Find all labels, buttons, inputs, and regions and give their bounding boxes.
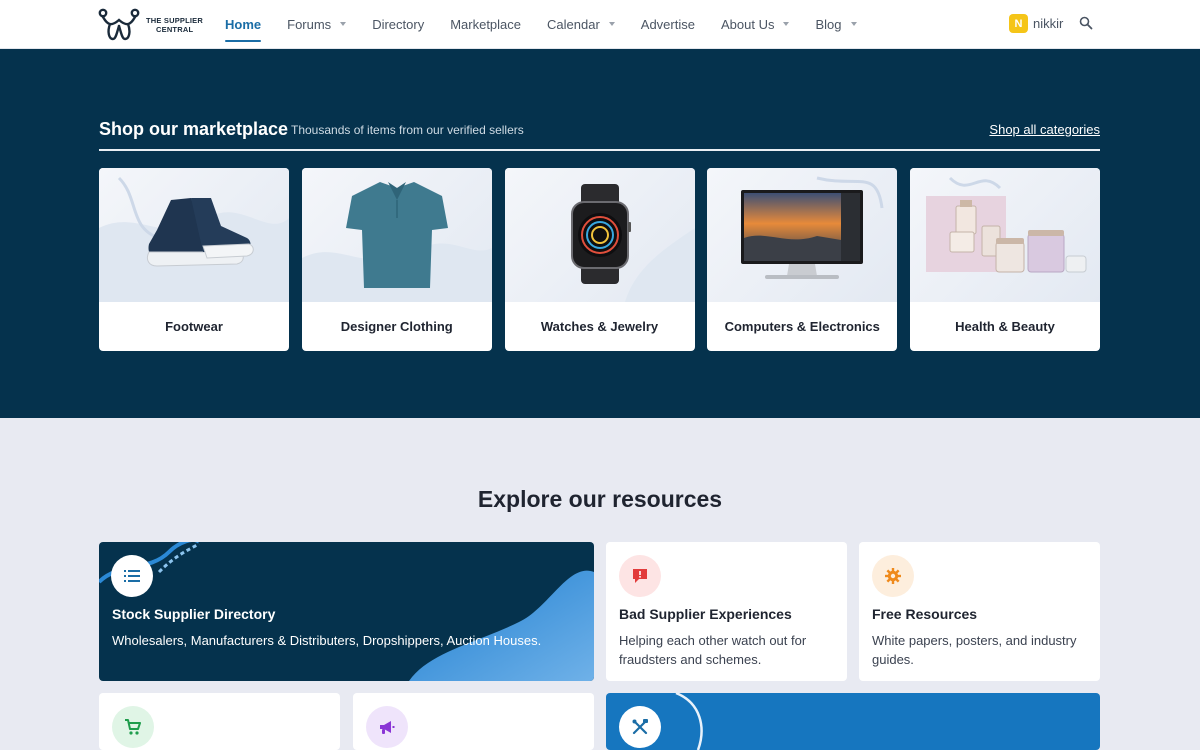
marketplace-header: Shop our marketplace Thousands of items … — [99, 117, 1100, 151]
resource-card-advertise[interactable] — [353, 693, 594, 750]
category-cards: Footwear Designer Clothing Watches & Jew… — [99, 168, 1113, 351]
avatar: N — [1009, 14, 1028, 33]
nav-blog[interactable]: Blog — [815, 0, 857, 48]
category-image-area — [99, 168, 289, 302]
resource-description-line-1: White papers, posters, and industry — [872, 633, 1077, 648]
resource-title: Free Resources — [872, 606, 978, 622]
marketplace-title: Shop our marketplace — [99, 119, 289, 139]
nav-about-us-label: About Us — [720, 16, 775, 32]
resource-card-tools[interactable] — [606, 693, 1100, 750]
resource-description-line-1: Helping each other watch out for — [619, 633, 807, 648]
resource-card-stock-supplier-directory[interactable]: Stock Supplier Directory Wholesalers, Ma… — [99, 542, 594, 681]
shop-all-categories-link[interactable]: Shop all categories — [989, 122, 1100, 137]
chevron-down-icon — [608, 22, 615, 26]
nav-marketplace[interactable]: Marketplace — [450, 0, 521, 48]
resource-card-bad-supplier-experiences[interactable]: Bad Supplier Experiences Helping each ot… — [606, 542, 847, 681]
category-card-designer-clothing[interactable]: Designer Clothing — [301, 168, 492, 351]
marketplace-section: Shop our marketplace Thousands of items … — [0, 49, 1200, 418]
nav-calendar[interactable]: Calendar — [547, 0, 615, 48]
chevron-down-icon — [783, 22, 790, 26]
nav-directory-label: Directory — [372, 16, 425, 32]
category-card-health-beauty[interactable]: Health & Beauty — [910, 168, 1100, 351]
nav-blog-label: Blog — [815, 16, 842, 32]
nav-home-label: Home — [225, 16, 262, 32]
category-label: Designer Clothing — [340, 319, 453, 334]
cosmetics-image — [926, 176, 1087, 273]
logo-line-2: CENTRAL — [156, 25, 194, 34]
nav-advertise[interactable]: Advertise — [641, 0, 695, 48]
resource-icon-badge — [619, 555, 661, 597]
category-image-area — [301, 168, 492, 302]
logo-mark-icon — [98, 8, 140, 41]
category-image-area — [504, 168, 695, 302]
decorative-wave — [675, 693, 703, 750]
logo-line-1: THE SUPPLIER — [146, 16, 203, 25]
smartwatch-image — [570, 184, 695, 302]
resource-icon-badge — [366, 706, 408, 748]
marketplace-subtitle: Thousands of items from our verified sel… — [291, 123, 524, 137]
category-image-area — [707, 168, 898, 302]
chevron-down-icon — [340, 22, 347, 26]
nav-directory[interactable]: Directory — [372, 0, 424, 48]
user-menu[interactable]: N nikkir — [1009, 14, 1063, 33]
main-menu: Home Forums Directory Marketplace Calend… — [225, 0, 883, 48]
nav-advertise-label: Advertise — [640, 16, 695, 32]
site-logo[interactable]: THE SUPPLIER CENTRAL — [98, 8, 203, 42]
resource-card-free-resources[interactable]: Free Resources White papers, posters, an… — [859, 542, 1100, 681]
megaphone-icon — [380, 721, 395, 734]
polo-shirt-image — [301, 182, 492, 302]
top-navigation: THE SUPPLIER CENTRAL Home Forums Directo… — [0, 0, 1200, 49]
tools-icon — [632, 719, 648, 735]
username: nikkir — [1033, 16, 1064, 31]
category-label: Watches & Jewelry — [540, 319, 659, 334]
resource-description-line-2: fraudsters and schemes. — [619, 652, 762, 667]
nav-marketplace-label: Marketplace — [450, 16, 522, 32]
gear-icon — [885, 568, 901, 584]
sneaker-image — [99, 176, 289, 302]
search-icon[interactable] — [1079, 16, 1093, 30]
logo-text: THE SUPPLIER CENTRAL — [146, 16, 203, 34]
resource-icon-badge — [111, 555, 153, 597]
monitor-image — [741, 176, 884, 279]
resource-icon-badge — [619, 706, 661, 748]
category-card-computers-electronics[interactable]: Computers & Electronics — [707, 168, 898, 351]
resource-icon-badge — [872, 555, 914, 597]
chat-alert-icon — [633, 569, 647, 583]
resource-description-line-2: guides. — [872, 652, 914, 667]
resource-description: Wholesalers, Manufacturers & Distributer… — [112, 633, 542, 648]
nav-about-us[interactable]: About Us — [720, 0, 790, 48]
nav-calendar-label: Calendar — [547, 16, 600, 32]
category-label: Footwear — [165, 319, 223, 334]
resource-card-marketplace[interactable] — [99, 693, 340, 750]
category-image-area — [910, 168, 1100, 302]
category-label: Computers & Electronics — [724, 319, 880, 334]
resource-title: Bad Supplier Experiences — [619, 606, 792, 622]
category-label: Health & Beauty — [955, 319, 1055, 334]
chevron-down-icon — [850, 22, 857, 26]
resources-title: Explore our resources — [477, 486, 723, 512]
cart-icon — [125, 719, 141, 735]
list-icon — [124, 570, 140, 582]
nav-home[interactable]: Home — [225, 0, 262, 48]
resource-title: Stock Supplier Directory — [112, 606, 276, 622]
category-card-watches-jewelry[interactable]: Watches & Jewelry — [504, 168, 695, 351]
nav-forums-label: Forums — [287, 16, 332, 32]
nav-forums[interactable]: Forums — [287, 0, 347, 48]
resource-icon-badge — [112, 706, 154, 748]
category-card-footwear[interactable]: Footwear — [99, 168, 289, 351]
